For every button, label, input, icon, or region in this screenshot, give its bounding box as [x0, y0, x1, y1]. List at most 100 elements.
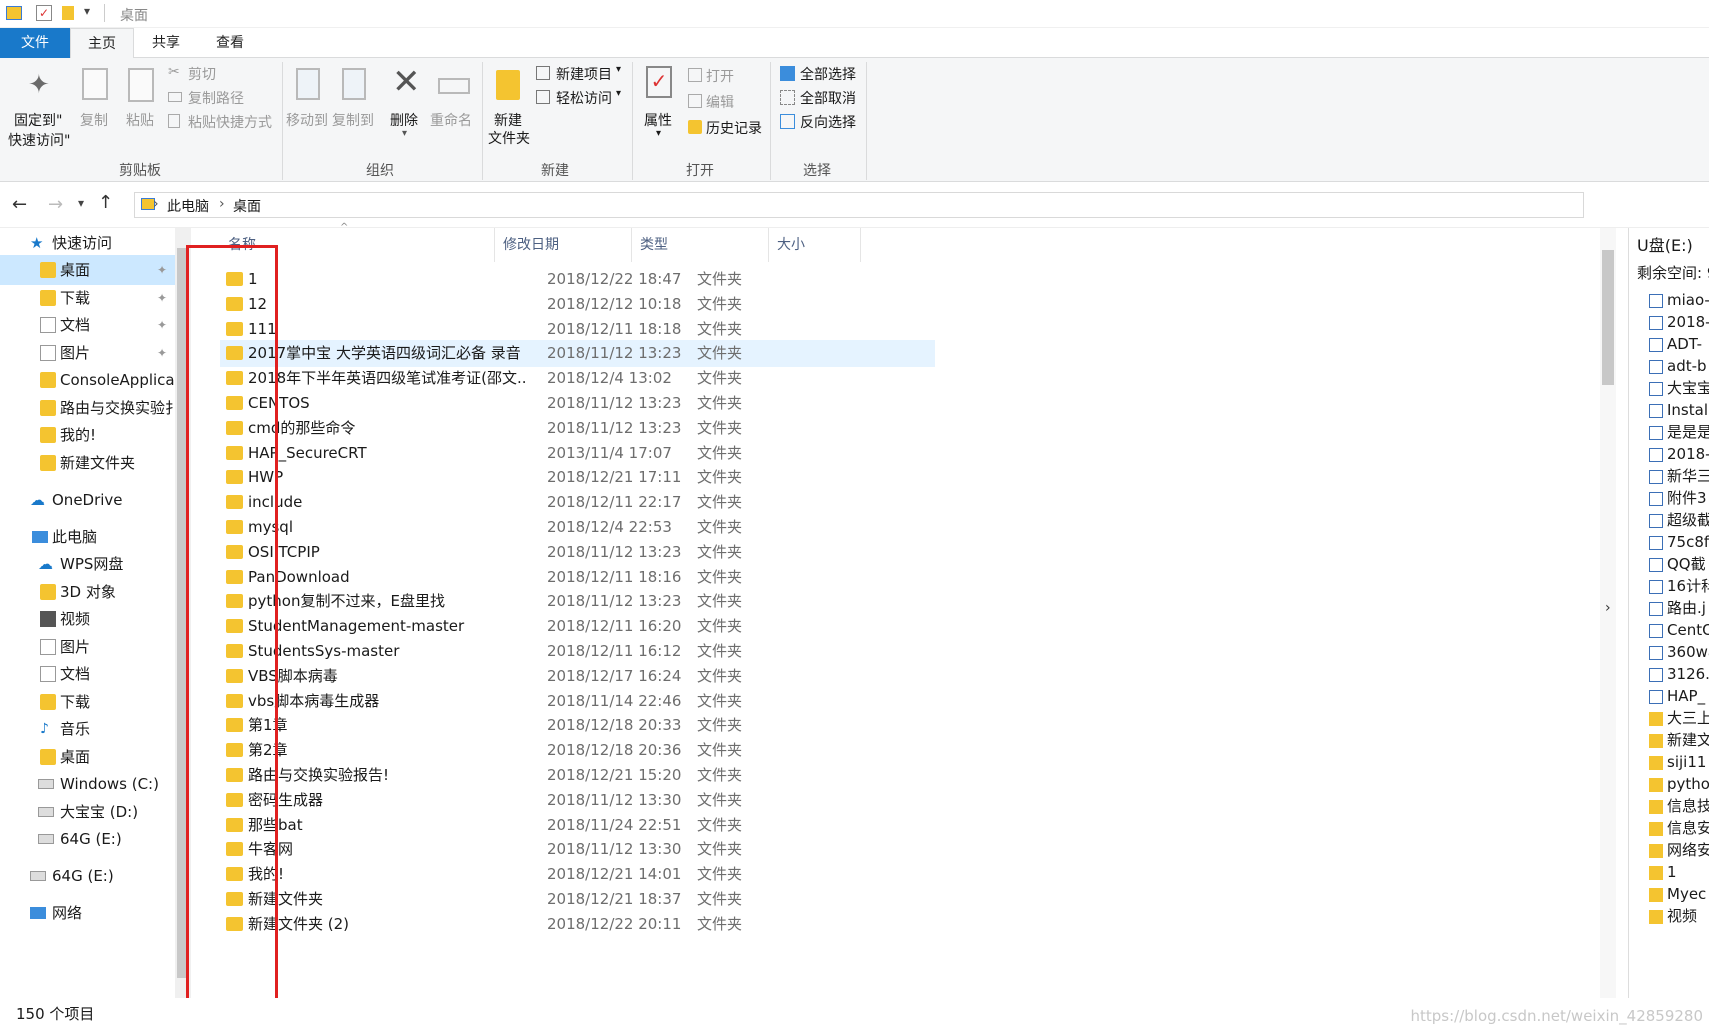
table-row[interactable]: PanDownload 2018/12/11 18:16 文件夹 — [220, 564, 935, 591]
nav-pc-drive-e[interactable]: 64G (E:) — [0, 824, 175, 854]
table-row[interactable]: vbs脚本病毒生成器 2018/11/14 22:46 文件夹 — [220, 688, 935, 715]
table-row[interactable]: StudentManagement-master 2018/12/11 16:20… — [220, 613, 935, 640]
table-row[interactable]: 那些bat 2018/11/24 22:51 文件夹 — [220, 812, 935, 839]
copy-button[interactable]: 复制 — [76, 66, 116, 136]
history-button[interactable]: 历史记录 — [688, 116, 766, 138]
table-row[interactable]: HAP_SecureCRT 2013/11/4 17:07 文件夹 — [220, 440, 935, 467]
breadcrumb-this-pc[interactable]: 此电脑 — [167, 196, 209, 216]
new-folder-button[interactable]: 新建 文件夹 — [488, 66, 532, 150]
nav-pc-drive-d[interactable]: 大宝宝 (D:) — [0, 797, 175, 827]
nav-item-pictures[interactable]: 图片 ✦ — [0, 338, 175, 368]
cut-button[interactable]: ✂ 剪切 — [168, 62, 278, 84]
column-header-date[interactable]: 修改日期 — [495, 228, 632, 262]
list-item[interactable]: HAP_ — [1649, 684, 1709, 708]
copy-path-button[interactable]: 复制路径 — [168, 86, 278, 108]
new-folder-quick-icon[interactable] — [62, 6, 74, 20]
list-item[interactable]: 大三上 — [1649, 706, 1709, 730]
table-row[interactable]: mysql 2018/12/4 22:53 文件夹 — [220, 514, 935, 541]
breadcrumb-desktop[interactable]: 桌面 — [233, 196, 261, 216]
edit-button[interactable]: 编辑 — [688, 90, 760, 112]
new-item-button[interactable]: 新建项目 ▾ — [536, 62, 630, 84]
list-item[interactable]: 附件3 — [1649, 486, 1709, 510]
nav-this-pc[interactable]: 此电脑 — [0, 522, 175, 552]
table-row[interactable]: 1 2018/12/22 18:47 文件夹 — [220, 266, 935, 293]
list-item[interactable]: 超级截 — [1649, 508, 1709, 532]
list-item[interactable]: CentO — [1649, 618, 1709, 642]
table-row[interactable]: 12 2018/12/12 10:18 文件夹 — [220, 291, 935, 318]
paste-button[interactable]: 粘贴 — [122, 66, 162, 136]
table-row[interactable]: VBS脚本病毒 2018/12/17 16:24 文件夹 — [220, 663, 935, 690]
recent-locations-icon[interactable]: ▾ — [78, 196, 84, 210]
table-row[interactable]: HWP 2018/12/21 17:11 文件夹 — [220, 464, 935, 491]
list-item[interactable]: 视频 — [1649, 904, 1709, 928]
properties-quick-icon[interactable]: ✓ — [36, 5, 52, 21]
table-row[interactable]: StudentsSys-master 2018/12/11 16:12 文件夹 — [220, 638, 935, 665]
up-arrow-icon[interactable]: ↑ — [98, 192, 113, 213]
quick-access-dropdown-icon[interactable]: ▾ — [84, 4, 90, 18]
list-item[interactable]: 信息安 — [1649, 816, 1709, 840]
select-all-button[interactable]: 全部选择 — [780, 62, 860, 84]
list-item[interactable]: miao- — [1649, 288, 1709, 312]
list-item[interactable]: Instal — [1649, 398, 1709, 422]
table-row[interactable]: 我的! 2018/12/21 14:01 文件夹 — [220, 861, 935, 888]
list-item[interactable]: Myec — [1649, 882, 1709, 906]
tab-file[interactable]: 文件 — [0, 28, 70, 58]
list-item[interactable]: siji11 — [1649, 750, 1709, 774]
tab-share[interactable]: 共享 — [134, 28, 198, 58]
nav-pc-documents[interactable]: 文档 — [0, 659, 175, 689]
tab-view[interactable]: 查看 — [198, 28, 262, 58]
list-item[interactable]: 新华三 — [1649, 464, 1709, 488]
nav-pc-wps[interactable]: ☁ WPS网盘 — [0, 549, 175, 579]
list-item[interactable]: QQ截 — [1649, 552, 1709, 576]
paste-shortcut-button[interactable]: 粘贴快捷方式 — [168, 110, 280, 132]
table-row[interactable]: cmd的那些命令 2018/11/12 13:23 文件夹 — [220, 415, 935, 442]
forward-arrow-icon[interactable]: → — [48, 194, 63, 215]
nav-item-new-folder[interactable]: 新建文件夹 — [0, 448, 175, 478]
invert-selection-button[interactable]: 反向选择 — [780, 110, 860, 132]
pin-quick-access-button[interactable]: ✦ 固定到" 快速访问" — [6, 66, 70, 149]
column-header-size[interactable]: 大小 — [769, 228, 861, 262]
nav-item-routing[interactable]: 路由与交换实验扌 — [0, 393, 175, 423]
list-item[interactable]: 3126. — [1649, 662, 1709, 686]
nav-item-mine[interactable]: 我的! — [0, 420, 175, 450]
nav-item-downloads[interactable]: 下载 ✦ — [0, 283, 175, 313]
file-list-scroll-thumb[interactable] — [1602, 250, 1614, 385]
delete-button[interactable]: ✕ 删除 ▾ — [390, 62, 424, 142]
select-none-button[interactable]: 全部取消 — [780, 86, 860, 108]
nav-quick-access[interactable]: ★ 快速访问 — [0, 228, 175, 258]
table-row[interactable]: python复制不过来，E盘里找 2018/11/12 13:23 文件夹 — [220, 588, 935, 615]
table-row[interactable]: OSI TCPIP 2018/11/12 13:23 文件夹 — [220, 539, 935, 566]
copy-to-button[interactable]: 复制到 — [332, 66, 376, 136]
list-item[interactable]: 信息技 — [1649, 794, 1709, 818]
properties-button[interactable]: ✓ 属性 ▾ — [640, 62, 680, 142]
list-item[interactable]: 75c8f — [1649, 530, 1709, 554]
list-item[interactable]: 1 — [1649, 860, 1709, 884]
list-item[interactable]: 网络安 — [1649, 838, 1709, 862]
table-row[interactable]: 111 2018/12/11 18:18 文件夹 — [220, 316, 935, 343]
nav-onedrive[interactable]: ☁ OneDrive — [0, 485, 175, 515]
nav-pc-desktop[interactable]: 桌面 — [0, 742, 175, 772]
nav-item-documents[interactable]: 文档 ✦ — [0, 310, 175, 340]
table-row[interactable]: 第1章 2018/12/18 20:33 文件夹 — [220, 712, 935, 739]
table-row[interactable]: 新建文件夹 2018/12/21 18:37 文件夹 — [220, 886, 935, 913]
table-row[interactable]: CENTOS 2018/11/12 13:23 文件夹 — [220, 390, 935, 417]
list-item[interactable]: pytho — [1649, 772, 1709, 796]
list-item[interactable]: 360wa — [1649, 640, 1709, 664]
column-header-type[interactable]: 类型 — [632, 228, 769, 262]
table-row[interactable]: include 2018/12/11 22:17 文件夹 — [220, 489, 935, 516]
table-row[interactable]: 2018年下半年英语四级笔试准考证(邵文... 2018/12/4 13:02 文件… — [220, 365, 935, 392]
easy-access-button[interactable]: 轻松访问 ▾ — [536, 86, 630, 108]
list-item[interactable]: 大宝宝 — [1649, 376, 1709, 400]
list-item[interactable]: 新建文 — [1649, 728, 1709, 752]
list-item[interactable]: 2018- — [1649, 442, 1709, 466]
table-row[interactable]: 牛客网 2018/11/12 13:30 文件夹 — [220, 836, 935, 863]
address-input[interactable]: › 此电脑 › 桌面 — [134, 192, 1584, 218]
list-item[interactable]: 16计科 — [1649, 574, 1709, 598]
nav-item-consoleapp[interactable]: ConsoleApplica — [0, 365, 175, 395]
table-row[interactable]: 路由与交换实验报告! 2018/12/21 15:20 文件夹 — [220, 762, 935, 789]
nav-usb-drive[interactable]: 64G (E:) — [0, 861, 175, 891]
nav-pc-videos[interactable]: 视频 — [0, 604, 175, 634]
nav-network[interactable]: 网络 — [0, 898, 175, 928]
table-row[interactable]: 新建文件夹 (2) 2018/12/22 20:11 文件夹 — [220, 911, 935, 938]
list-item[interactable]: 路由.j — [1649, 596, 1709, 620]
